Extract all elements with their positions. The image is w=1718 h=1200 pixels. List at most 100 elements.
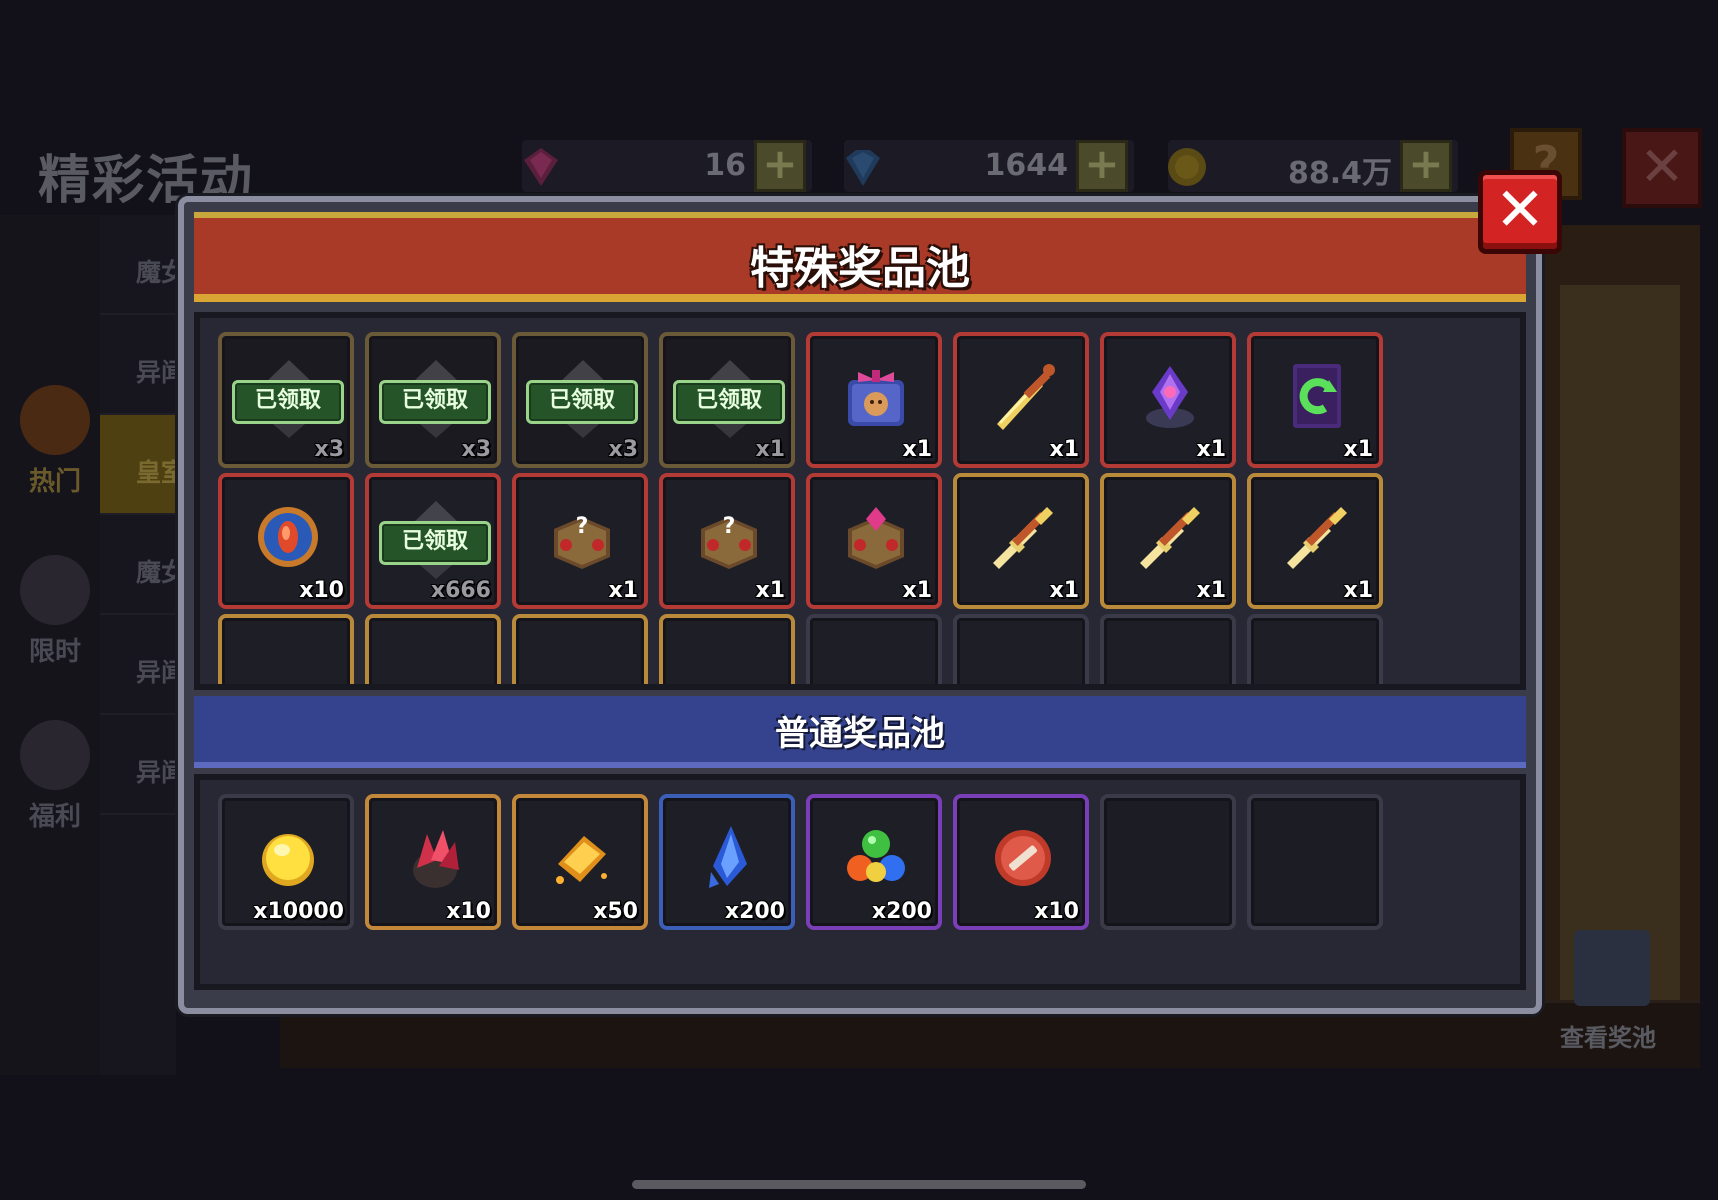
dialog-header: 特殊奖品池 [194, 212, 1526, 302]
empty-prize-slot [1247, 794, 1383, 930]
item-quantity: x3 [314, 437, 345, 462]
claimed-badge: 已领取 [673, 380, 785, 424]
prize-slot-partial[interactable] [953, 614, 1089, 684]
prize-slot[interactable]: x1 [1100, 332, 1236, 468]
gem-chest-icon [848, 507, 904, 569]
empty-prize-slot [1100, 794, 1236, 930]
item-quantity: x666 [430, 578, 491, 603]
mystery-chest-icon: ? [701, 514, 757, 569]
prize-pool-dialog: 特殊奖品池 已领取 x3 已领取 x3 已领取 x3 已领取 x1 x1 x1 x1 x1 x10 已领取… [178, 196, 1542, 1014]
sub-nav-item[interactable]: 异闻 [100, 615, 176, 715]
game-screen: 精彩活动 16 + 1644 + 88.4万 + ? ✕ 热门 限时 福利 魔女… [0, 0, 1718, 1200]
gift-box-icon [848, 370, 904, 426]
special-pool-grid[interactable]: 已领取 x3 已领取 x3 已领取 x3 已领取 x1 x1 x1 x1 x1 x10 已领取 x666? x… [194, 312, 1526, 690]
side-nav-label: 限时 [28, 637, 81, 667]
prize-slot-claimed[interactable]: 已领取 x3 [365, 332, 501, 468]
item-quantity: x10 [1034, 899, 1079, 924]
item-quantity: x1 [1049, 578, 1080, 603]
item-quantity: x200 [871, 899, 932, 924]
prize-slot-claimed[interactable]: 已领取 x3 [218, 332, 354, 468]
prize-slot[interactable]: x1 [953, 473, 1089, 609]
item-quantity: x10000 [253, 899, 344, 924]
item-quantity: x1 [755, 437, 786, 462]
prize-slot-partial[interactable] [1100, 614, 1236, 684]
prize-slot[interactable]: x1 [806, 473, 942, 609]
item-quantity: x1 [755, 578, 786, 603]
dialog-title: 特殊奖品池 [750, 243, 970, 294]
svg-text:?: ? [723, 514, 736, 539]
clock-icon [20, 555, 90, 625]
side-nav: 热门 限时 福利 [0, 215, 105, 1075]
item-quantity: x1 [902, 578, 933, 603]
prize-slot[interactable]: x1 [1100, 473, 1236, 609]
item-quantity: x1 [1049, 437, 1080, 462]
claimed-badge: 已领取 [526, 380, 638, 424]
home-indicator [632, 1180, 1086, 1189]
prize-slot[interactable]: x10 [218, 473, 354, 609]
sub-nav: 魔女 异闻 皇室 魔女集 异闻 异闻 [100, 215, 176, 1075]
item-quantity: x3 [461, 437, 492, 462]
prize-slot-partial[interactable] [512, 614, 648, 684]
sub-nav-item[interactable]: 魔女 [100, 215, 176, 315]
cross-sword-icon [1140, 507, 1200, 569]
dialog-close-button[interactable]: ✕ [1478, 170, 1562, 254]
purple-crystal-icon [1146, 366, 1194, 428]
prize-slot[interactable]: x10 [953, 794, 1089, 930]
normal-pool-grid: x10000 x10 x50 x200 x200 x10 [194, 774, 1526, 990]
cross-sword-icon [1287, 507, 1347, 569]
pink-gem-icon [524, 148, 558, 186]
prize-slot-claimed[interactable]: 已领取 x3 [512, 332, 648, 468]
side-nav-label: 热门 [28, 467, 81, 497]
currency-gold: 88.4万 + [1168, 140, 1458, 192]
item-quantity: x1 [902, 437, 933, 462]
normal-pool-title: 普通奖品池 [775, 714, 945, 754]
page-close-button[interactable]: ✕ [1622, 128, 1702, 208]
view-pool-icon[interactable] [1574, 930, 1650, 1006]
view-pool-label[interactable]: 查看奖池 [1560, 1018, 1656, 1053]
prize-slot-claimed[interactable]: 已领取 x1 [659, 332, 795, 468]
add-gold-button[interactable]: + [1400, 140, 1452, 192]
gold-coin-icon [1168, 148, 1206, 186]
side-nav-welfare[interactable]: 福利 [10, 720, 100, 833]
sub-nav-item-active[interactable]: 皇室 [100, 415, 176, 515]
prize-slot[interactable]: x10000 [218, 794, 354, 930]
prize-slot[interactable]: x10 [365, 794, 501, 930]
prize-slot[interactable]: ? x1 [512, 473, 648, 609]
side-nav-hot[interactable]: 热门 [10, 385, 100, 498]
green-rune-card-icon [1293, 364, 1341, 428]
sub-nav-item[interactable]: 异闻 [100, 315, 176, 415]
currency-value: 88.4万 [1287, 156, 1392, 191]
item-quantity: x50 [593, 899, 638, 924]
prize-slot-partial[interactable] [218, 614, 354, 684]
currency-value: 16 [704, 148, 746, 183]
prize-slot[interactable]: x1 [806, 332, 942, 468]
blue-shard-icon [709, 826, 747, 888]
side-nav-limited[interactable]: 限时 [10, 555, 100, 668]
prize-slot-claimed[interactable]: 已领取 x666 [365, 473, 501, 609]
prize-slot[interactable]: x50 [512, 794, 648, 930]
blue-medal-icon [258, 507, 318, 567]
prize-slot[interactable]: x1 [953, 332, 1089, 468]
add-pink-gem-button[interactable]: + [754, 140, 806, 192]
svg-text:?: ? [576, 514, 589, 539]
prize-slot[interactable]: x1 [1247, 332, 1383, 468]
claimed-badge: 已领取 [379, 521, 491, 565]
item-quantity: x1 [1343, 578, 1374, 603]
sub-nav-item[interactable]: 异闻 [100, 715, 176, 815]
prize-slot-partial[interactable] [365, 614, 501, 684]
prize-slot[interactable]: x1 [1247, 473, 1383, 609]
add-blue-gem-button[interactable]: + [1076, 140, 1128, 192]
prize-slot-partial[interactable] [806, 614, 942, 684]
flame-icon [20, 385, 90, 455]
item-quantity: x1 [608, 578, 639, 603]
prize-slot[interactable]: x200 [659, 794, 795, 930]
side-nav-label: 福利 [28, 802, 81, 832]
sub-nav-item[interactable]: 魔女集 [100, 515, 176, 615]
red-ore-icon [413, 830, 459, 888]
prize-slot[interactable]: ? x1 [659, 473, 795, 609]
prize-slot-partial[interactable] [1247, 614, 1383, 684]
currency-blue-gem: 1644 + [844, 140, 1134, 192]
prize-slot[interactable]: x200 [806, 794, 942, 930]
currency-pink-gem: 16 + [522, 140, 812, 192]
prize-slot-partial[interactable] [659, 614, 795, 684]
